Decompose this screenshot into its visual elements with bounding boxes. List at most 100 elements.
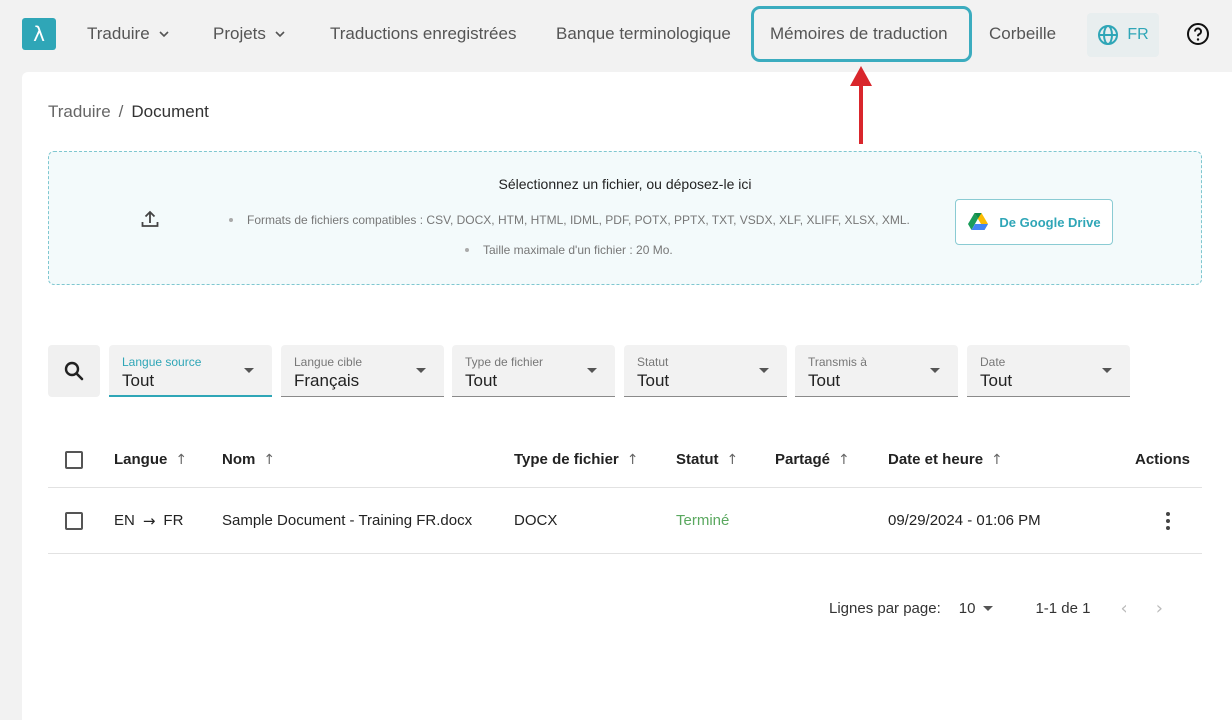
- nav-banque-terminologique[interactable]: Banque terminologique: [556, 22, 731, 46]
- sort-arrow-icon: ↑: [726, 451, 739, 468]
- filter-label: Langue source: [122, 355, 202, 369]
- arrow-right-icon: →: [142, 511, 156, 530]
- filter-value: Tout: [980, 371, 1013, 390]
- logo-glyph: λ: [33, 22, 45, 46]
- nav-projets[interactable]: Projets: [213, 22, 286, 46]
- page-range: 1-1 de 1: [1035, 599, 1091, 617]
- table-row[interactable]: EN → FR Sample Document - Training FR.do…: [48, 488, 1202, 554]
- column-header-label: Type de fichier: [514, 451, 619, 468]
- search-button[interactable]: [48, 345, 100, 397]
- filter-value: Tout: [808, 371, 841, 390]
- nav-corbeille-label: Corbeille: [989, 24, 1057, 43]
- more-vert-icon[interactable]: [1158, 511, 1178, 531]
- chevron-down-icon: [275, 31, 285, 38]
- column-header-label: Actions: [1134, 451, 1190, 468]
- row-name-cell: Sample Document - Training FR.docx: [222, 488, 472, 553]
- column-header-shared[interactable]: Partagé ↑: [775, 432, 850, 487]
- row-language-cell: EN → FR: [114, 488, 183, 553]
- filter-statut[interactable]: Statut Tout: [624, 345, 787, 397]
- google-drive-label: De Google Drive: [999, 214, 1101, 230]
- bullet-dot: [229, 218, 233, 222]
- column-header-datetime[interactable]: Date et heure ↑: [888, 432, 1003, 487]
- filter-type-de-fichier[interactable]: Type de fichier Tout: [452, 345, 615, 397]
- dropzone-formats-line: Formats de fichiers compatibles : CSV, D…: [229, 213, 910, 227]
- documents-table: Langue ↑ Nom ↑ Type de fichier ↑ Statut …: [48, 432, 1202, 554]
- top-navigation: λ Traduire Projets Traductions enregistr…: [0, 0, 1232, 70]
- column-header-label: Langue: [114, 451, 168, 468]
- next-page-button[interactable]: ›: [1156, 598, 1163, 619]
- filter-langue-cible[interactable]: Langue cible Français: [281, 345, 444, 397]
- sort-arrow-icon: ↑: [838, 451, 850, 468]
- rows-per-page-label: Lignes par page:: [829, 599, 941, 617]
- help-circle-icon[interactable]: [1186, 22, 1210, 46]
- app-logo[interactable]: λ: [22, 18, 56, 50]
- nav-projets-label: Projets: [213, 24, 266, 43]
- nav-traductions-enregistrees-label: Traductions enregistrées: [330, 24, 517, 43]
- annotation-arrow: [850, 66, 872, 144]
- dropzone-max-size: Taille maximale d'un fichier : 20 Mo.: [483, 243, 673, 257]
- select-all-checkbox[interactable]: [65, 450, 83, 469]
- column-header-language[interactable]: Langue ↑: [114, 432, 187, 487]
- breadcrumb-parent[interactable]: Traduire: [48, 102, 111, 122]
- filter-langue-source[interactable]: Langue source Tout: [109, 345, 272, 397]
- caret-down-icon: [587, 368, 597, 373]
- row-checkbox[interactable]: [65, 511, 83, 530]
- filter-label: Type de fichier: [465, 355, 544, 369]
- filter-value: Tout: [122, 371, 155, 390]
- nav-traduire[interactable]: Traduire: [87, 22, 170, 46]
- caret-down-icon: [1102, 368, 1112, 373]
- nav-memoires-de-traduction[interactable]: Mémoires de traduction: [770, 22, 948, 46]
- table-header-row: Langue ↑ Nom ↑ Type de fichier ↑ Statut …: [48, 432, 1202, 488]
- sort-arrow-icon: ↑: [175, 451, 188, 468]
- dropzone-size-line: Taille maximale d'un fichier : 20 Mo.: [465, 243, 673, 257]
- breadcrumb-current: Document: [131, 102, 209, 121]
- filter-label: Langue cible: [294, 355, 363, 369]
- breadcrumb-separator: /: [118, 102, 124, 121]
- globe-icon: [1098, 25, 1119, 45]
- rows-per-page-value: 10: [958, 599, 976, 617]
- row-filetype-cell: DOCX: [514, 488, 557, 553]
- document-filetype: DOCX: [514, 512, 558, 529]
- source-language: EN: [114, 512, 135, 529]
- language-selector-button[interactable]: FR: [1087, 13, 1159, 57]
- filter-date[interactable]: Date Tout: [967, 345, 1130, 397]
- column-header-status[interactable]: Statut ↑: [676, 432, 738, 487]
- chevron-down-icon: [159, 31, 169, 38]
- nav-traduire-label: Traduire: [87, 24, 150, 43]
- column-header-label: Partagé: [775, 451, 831, 468]
- caret-down-icon: [759, 368, 769, 373]
- caret-down-icon: [416, 368, 426, 373]
- rows-per-page-select[interactable]: 10: [959, 600, 994, 617]
- pagination: Lignes par page: 10 1-1 de 1 ‹ ›: [829, 597, 1163, 619]
- column-header-label: Date et heure: [888, 451, 984, 468]
- document-datetime: 09/29/2024 - 01:06 PM: [888, 512, 1041, 529]
- dropzone-title: Sélectionnez un fichier, ou déposez-le i…: [498, 176, 752, 192]
- dropzone-formats: Formats de fichiers compatibles : CSV, D…: [247, 213, 910, 227]
- document-name[interactable]: Sample Document - Training FR.docx: [222, 512, 472, 529]
- column-header-filetype[interactable]: Type de fichier ↑: [514, 432, 639, 487]
- nav-corbeille[interactable]: Corbeille: [989, 22, 1056, 46]
- upload-icon: [141, 210, 159, 227]
- nav-traductions-enregistrees[interactable]: Traductions enregistrées: [330, 22, 516, 46]
- filter-value: Français: [294, 371, 360, 390]
- document-status: Terminé: [676, 512, 730, 529]
- main-content: Traduire / Document Sélectionnez un fich…: [22, 72, 1232, 720]
- filter-label: Transmis à: [808, 355, 867, 369]
- nav-banque-terminologique-label: Banque terminologique: [556, 24, 731, 43]
- target-language: FR: [163, 512, 184, 529]
- search-icon: [64, 361, 84, 381]
- previous-page-button[interactable]: ‹: [1121, 598, 1128, 619]
- sort-arrow-icon: ↑: [626, 451, 639, 468]
- sort-arrow-icon: ↑: [263, 451, 276, 468]
- breadcrumb: Traduire / Document: [48, 102, 209, 122]
- row-actions-cell: [1158, 488, 1178, 553]
- caret-down-icon: [244, 368, 254, 373]
- filter-transmis-a[interactable]: Transmis à Tout: [795, 345, 958, 397]
- google-drive-button[interactable]: De Google Drive: [955, 199, 1113, 245]
- column-header-label: Statut: [676, 451, 719, 468]
- row-datetime-cell: 09/29/2024 - 01:06 PM: [888, 488, 1041, 553]
- column-header-name[interactable]: Nom ↑: [222, 432, 275, 487]
- caret-down-icon: [983, 605, 994, 611]
- filter-value: Tout: [465, 371, 498, 390]
- file-dropzone[interactable]: Sélectionnez un fichier, ou déposez-le i…: [48, 151, 1202, 285]
